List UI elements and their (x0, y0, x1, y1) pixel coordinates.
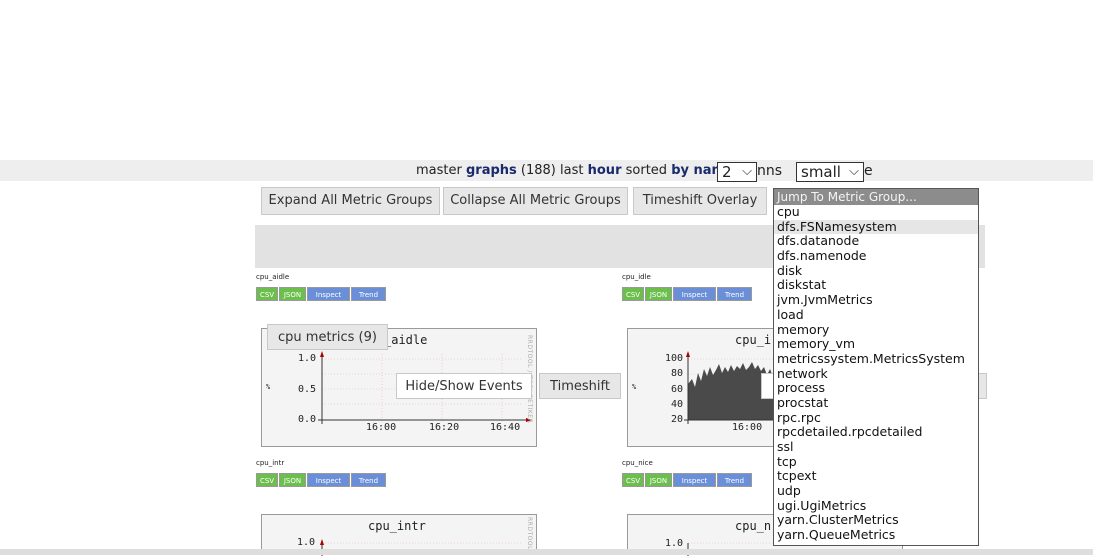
dropdown-option[interactable]: yarn.QueueMetrics (774, 527, 978, 543)
y-tick: 60 (671, 384, 684, 395)
inspect-button[interactable]: Inspect (673, 473, 716, 487)
dropdown-option[interactable]: yarn.ClusterMetrics (774, 513, 978, 528)
y-tick: 80 (671, 368, 684, 379)
sorted-word: sorted (625, 163, 668, 178)
y-tick: 1.0 (298, 353, 317, 364)
dropdown-option[interactable]: memory_vm (774, 336, 978, 352)
y-tick: 0.5 (298, 384, 317, 395)
csv-button[interactable]: CSV (622, 287, 644, 301)
x-tick: 16:20 (429, 422, 460, 433)
metric-name: cpu_idle (622, 273, 651, 281)
timeshift-button[interactable]: Timeshift (539, 373, 621, 399)
trend-button[interactable]: Trend (717, 473, 752, 487)
inspect-button[interactable]: Inspect (307, 473, 350, 487)
trend-button[interactable]: Trend (351, 287, 386, 301)
collapse-all-button[interactable]: Collapse All Metric Groups (443, 187, 628, 215)
dropdown-options: cpu dfs.FSNamesystem dfs.datanode dfs.namen… (774, 204, 978, 543)
x-tick: 16:00 (732, 422, 763, 433)
host-name: master (416, 163, 462, 178)
timeshift-overlay-button[interactable]: Timeshift Overlay (633, 187, 767, 215)
json-button[interactable]: JSON (279, 287, 306, 301)
x-tick: 16:00 (366, 422, 397, 433)
size-label: e (864, 163, 873, 179)
json-button[interactable]: JSON (279, 473, 306, 487)
dropdown-option[interactable]: network (774, 366, 978, 382)
rrdtool-watermark: RRDTOOL (526, 517, 533, 550)
jump-to-metric-group-dropdown[interactable]: Jump To Metric Group... cpu dfs.FSNamesys… (773, 188, 979, 546)
y-tick: 100 (665, 353, 684, 364)
dropdown-option[interactable]: udp (774, 483, 978, 499)
x-tick: 16:40 (490, 422, 521, 433)
range-value: hour (587, 163, 622, 178)
size-select[interactable]: small ⌵ (796, 162, 864, 182)
dropdown-option[interactable]: process (774, 381, 978, 396)
dropdown-option[interactable]: ssl (774, 439, 978, 455)
dropdown-option[interactable]: diskstat (774, 278, 978, 293)
csv-button[interactable]: CSV (256, 473, 278, 487)
header-summary: master graphs (188) last hour sorted by … (416, 163, 734, 178)
dropdown-option[interactable]: disk (774, 263, 978, 279)
trend-button[interactable]: Trend (351, 473, 386, 487)
columns-label: nns (757, 163, 783, 179)
graph-count: (188) (520, 163, 556, 178)
chevron-down-icon: ⌵ (742, 164, 752, 179)
metric-name: cpu_nice (622, 459, 653, 467)
dropdown-option[interactable]: tcpext (774, 469, 978, 484)
y-tick: 1.0 (665, 538, 684, 549)
dropdown-option[interactable]: dfs.namenode (774, 248, 978, 264)
dropdown-option[interactable]: rpc.rpc (774, 410, 978, 426)
dropdown-option[interactable]: ugi.UgiMetrics (774, 498, 978, 514)
inspect-button[interactable]: Inspect (673, 287, 716, 301)
metric-name: cpu_intr (256, 459, 285, 467)
dropdown-option[interactable]: dfs.FSNamesystem (774, 219, 978, 235)
dropdown-option[interactable]: cpu (774, 204, 978, 220)
hide-show-events-button[interactable]: Hide/Show Events (396, 373, 532, 399)
metric-name: cpu_aidle (256, 273, 290, 281)
chevron-down-icon: ⌵ (849, 164, 859, 179)
last-word: last (560, 163, 584, 178)
bottom-scrollbar[interactable] (0, 549, 1093, 555)
dropdown-option[interactable]: memory (774, 322, 978, 338)
y-tick: 20 (671, 414, 684, 425)
json-button[interactable]: JSON (645, 473, 672, 487)
dropdown-header[interactable]: Jump To Metric Group... (774, 189, 978, 205)
json-button[interactable]: JSON (645, 287, 672, 301)
y-unit: % (266, 383, 271, 391)
columns-select[interactable]: 2 ⌵ (717, 162, 757, 182)
expand-all-button[interactable]: Expand All Metric Groups (261, 187, 440, 215)
dropdown-option[interactable]: metricssystem.MetricsSystem (774, 351, 978, 367)
dropdown-option[interactable]: load (774, 307, 978, 323)
y-tick: 1.0 (297, 537, 316, 548)
dropdown-option[interactable]: tcp (774, 454, 978, 470)
dropdown-option[interactable]: dfs.datanode (774, 234, 978, 249)
dropdown-option[interactable]: rpcdetailed.rpcdetailed (774, 425, 978, 440)
dropdown-option[interactable]: jvm.JvmMetrics (774, 292, 978, 308)
csv-button[interactable]: CSV (256, 287, 278, 301)
y-tick: 40 (671, 399, 684, 410)
cpu-metrics-group-button[interactable]: cpu metrics (9) (267, 324, 388, 350)
y-unit: % (632, 383, 637, 391)
csv-button[interactable]: CSV (622, 473, 644, 487)
inspect-button[interactable]: Inspect (307, 287, 350, 301)
dropdown-option[interactable]: procstat (774, 395, 978, 411)
trend-button[interactable]: Trend (717, 287, 752, 301)
y-tick: 0.0 (298, 414, 317, 425)
graphs-link[interactable]: graphs (466, 163, 517, 178)
